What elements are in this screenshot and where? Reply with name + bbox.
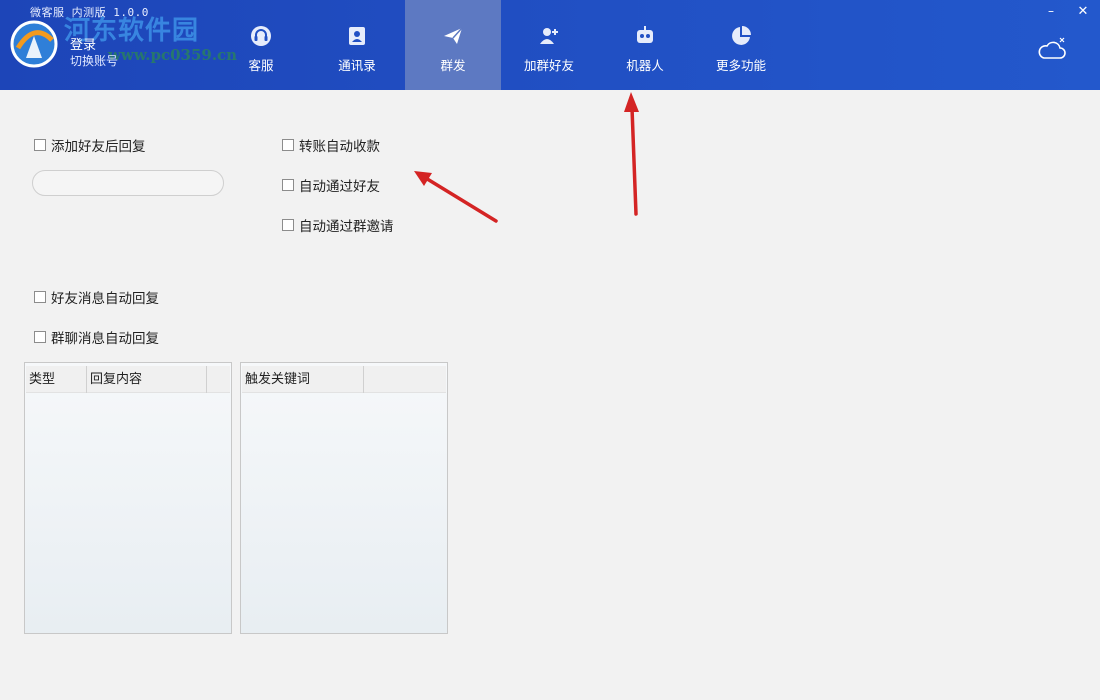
top-bar: 微客服 内测版 1.0.0 河东软件园 www.pc0359.cn 登录 切换账… [0,0,1100,90]
tab-label: 机器人 [626,58,664,73]
annotation-arrow-left [414,171,498,223]
app-logo [10,20,58,68]
tab-mass-send[interactable]: 群发 [405,0,501,90]
friend-msg-auto-reply-checkbox[interactable]: 好友消息自动回复 [34,287,159,307]
paper-plane-icon [441,24,465,48]
switch-account-link[interactable]: 切换账号 [70,52,118,69]
tab-contacts[interactable]: 通讯录 [309,0,405,90]
auto-accept-friend-checkbox[interactable]: 自动通过好友 [282,175,380,195]
group-msg-auto-reply-checkbox[interactable]: 群聊消息自动回复 [34,327,159,347]
annotation-arrow-up [624,92,639,216]
pie-chart-icon [729,24,753,48]
auto-accept-transfer-checkbox[interactable]: 转账自动收款 [282,135,380,155]
checkbox-box [282,179,294,191]
reply-list-table[interactable]: 类型 回复内容 [24,362,232,634]
headset-icon [249,24,273,48]
column-header-reply-content[interactable]: 回复内容 [87,366,207,393]
tab-label: 更多功能 [715,58,766,73]
checkbox-box [34,291,46,303]
add-friend-reply-checkbox[interactable]: 添加好友后回复 [34,135,146,155]
checkbox-box [282,139,294,151]
checkbox-box [282,219,294,231]
checkbox-label: 添加好友后回复 [51,139,146,155]
minimize-button[interactable]: – [1044,4,1058,18]
table-header: 类型 回复内容 [26,366,230,393]
robot-icon [633,24,657,48]
table-header: 触发关键词 [242,366,446,393]
tab-add-group-friends[interactable]: 加群好友 [501,0,597,90]
tab-label: 通讯录 [338,58,376,73]
checkbox-label: 自动通过好友 [299,179,380,195]
checkbox-label: 群聊消息自动回复 [51,331,159,347]
contacts-book-icon [345,24,369,48]
tab-label: 客服 [248,58,274,73]
tab-label: 加群好友 [523,58,574,73]
tab-robot[interactable]: 机器人 [597,0,693,90]
cloud-icon[interactable] [1036,36,1068,64]
tab-more-features[interactable]: 更多功能 [693,0,789,90]
tab-label: 群发 [440,58,466,73]
close-button[interactable]: ✕ [1076,4,1090,19]
column-header-type[interactable]: 类型 [26,366,87,393]
auto-accept-group-invite-checkbox[interactable]: 自动通过群邀请 [282,215,394,235]
column-header-trigger-keyword[interactable]: 触发关键词 [242,366,364,393]
reply-text-input[interactable] [32,170,224,196]
checkbox-label: 好友消息自动回复 [51,291,159,307]
checkbox-box [34,331,46,343]
add-person-icon [537,24,561,48]
login-link[interactable]: 登录 [70,34,96,53]
tab-customer-service[interactable]: 客服 [213,0,309,90]
keyword-list-table[interactable]: 触发关键词 [240,362,448,634]
checkbox-label: 自动通过群邀请 [299,219,394,235]
checkbox-label: 转账自动收款 [299,139,380,155]
checkbox-box [34,139,46,151]
